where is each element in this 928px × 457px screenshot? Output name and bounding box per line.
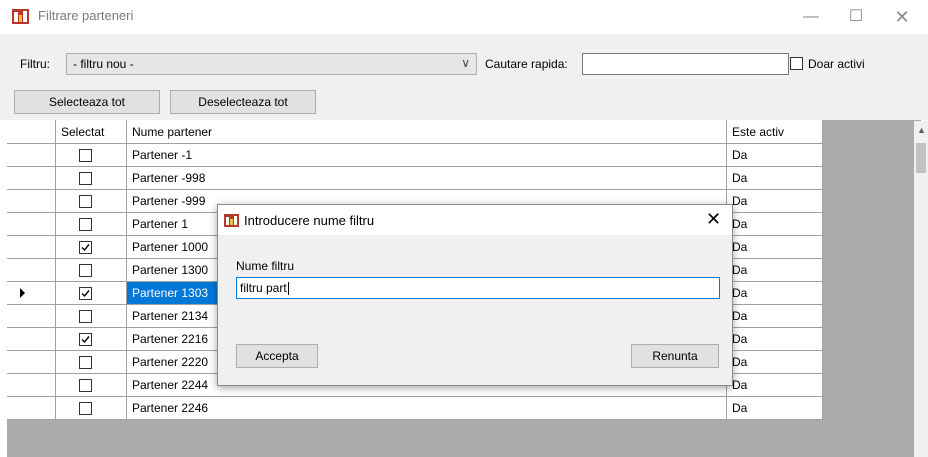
table-row[interactable]: Partener -998 Da [7,167,823,190]
row-header[interactable] [7,167,56,190]
quick-search-input[interactable] [582,53,789,75]
chevron-down-icon: ∨ [461,56,470,70]
column-header-active[interactable]: Este activ [727,120,823,144]
row-select-checkbox[interactable] [79,356,92,369]
window-titlebar: Filtrare parteneri — ☐ ✕ [0,0,928,34]
app-logo-icon [224,214,239,227]
row-header[interactable] [7,282,56,305]
filter-name-dialog: Introducere nume filtru ✕ Nume filtru fi… [217,204,733,386]
deselect-all-button[interactable]: Deselecteaza tot [170,90,316,114]
active-cell[interactable]: Da [727,167,823,190]
text-caret [287,282,289,296]
row-select-checkbox[interactable] [79,218,92,231]
row-select-checkbox[interactable] [79,149,92,162]
dialog-title: Introducere nume filtru [244,213,375,228]
row-select-checkbox[interactable] [79,402,92,415]
window-title: Filtrare parteneri [38,8,134,23]
row-header-corner [7,120,56,144]
active-cell[interactable]: Da [727,351,823,374]
scroll-up-arrow-icon[interactable]: ▲ [917,125,926,135]
active-cell[interactable]: Da [727,282,823,305]
row-header[interactable] [7,144,56,167]
only-active-label: Doar activi [808,57,865,71]
selected-cell [56,282,127,305]
selected-cell [56,259,127,282]
dialog-titlebar: Introducere nume filtru ✕ [218,205,732,235]
filter-label: Filtru: [20,57,50,71]
selected-cell [56,397,127,420]
selected-cell [56,305,127,328]
scroll-thumb[interactable] [916,143,926,173]
selected-cell [56,328,127,351]
maximize-button[interactable]: ☐ [836,4,876,30]
row-header[interactable] [7,351,56,374]
only-active-checkbox[interactable] [790,57,803,70]
filter-select-value: - filtru nou - [73,57,134,71]
active-cell[interactable]: Da [727,213,823,236]
active-cell[interactable]: Da [727,236,823,259]
selected-cell [56,190,127,213]
row-header[interactable] [7,259,56,282]
row-header[interactable] [7,236,56,259]
row-header[interactable] [7,328,56,351]
selected-cell [56,144,127,167]
active-cell[interactable]: Da [727,259,823,282]
row-select-checkbox[interactable] [79,287,92,300]
table-row[interactable]: Partener -1 Da [7,144,823,167]
select-all-button[interactable]: Selecteaza tot [14,90,160,114]
row-select-checkbox[interactable] [79,333,92,346]
partner-name-cell[interactable]: Partener -1 [127,144,727,167]
selected-cell [56,374,127,397]
active-cell[interactable]: Da [727,328,823,351]
current-row-arrow-icon [20,288,25,298]
row-header[interactable] [7,190,56,213]
selected-cell [56,236,127,259]
selected-cell [56,213,127,236]
row-select-checkbox[interactable] [79,379,92,392]
row-header[interactable] [7,213,56,236]
filter-select[interactable]: - filtru nou - ∨ [66,53,477,75]
quick-search-label: Cautare rapida: [485,57,568,71]
active-cell[interactable]: Da [727,374,823,397]
partner-name-cell[interactable]: Partener 2246 [127,397,727,420]
minimize-button[interactable]: — [791,4,831,30]
row-select-checkbox[interactable] [79,195,92,208]
row-select-checkbox[interactable] [79,241,92,254]
row-select-checkbox[interactable] [79,310,92,323]
row-select-checkbox[interactable] [79,172,92,185]
accept-button[interactable]: Accepta [236,344,318,368]
row-header[interactable] [7,374,56,397]
row-header[interactable] [7,305,56,328]
dialog-close-button[interactable]: ✕ [706,209,721,230]
cancel-button[interactable]: Renunta [631,344,719,368]
filter-name-value: filtru part [240,281,287,295]
active-cell[interactable]: Da [727,190,823,213]
row-header[interactable] [7,397,56,420]
partner-name-cell[interactable]: Partener -998 [127,167,727,190]
grid-scrollbar[interactable]: ▲ [914,121,928,457]
active-cell[interactable]: Da [727,305,823,328]
active-cell[interactable]: Da [727,144,823,167]
filter-name-input[interactable]: filtru part [236,277,720,299]
close-window-button[interactable]: ✕ [882,4,922,30]
app-logo-icon [12,9,29,24]
selected-cell [56,351,127,374]
filter-name-label: Nume filtru [236,259,295,273]
column-header-name[interactable]: Nume partener [127,120,727,144]
selected-cell [56,167,127,190]
active-cell[interactable]: Da [727,397,823,420]
column-header-selected[interactable]: Selectat [56,120,127,144]
row-select-checkbox[interactable] [79,264,92,277]
table-row[interactable]: Partener 2246 Da [7,397,823,420]
